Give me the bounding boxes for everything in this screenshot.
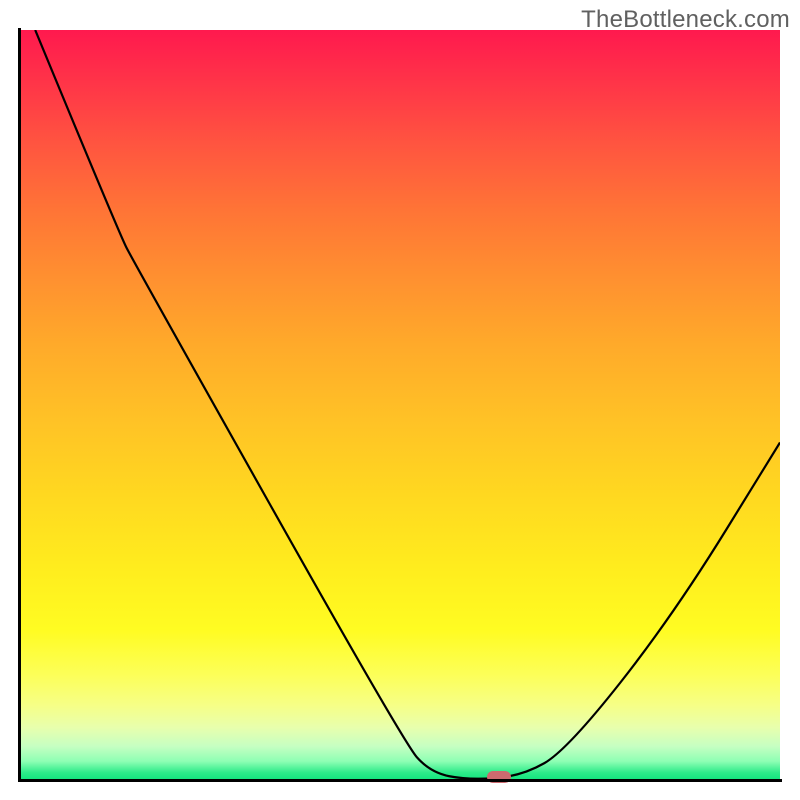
curve-svg: [20, 30, 780, 780]
bottleneck-curve-path: [35, 30, 780, 779]
y-axis: [18, 28, 21, 782]
x-axis: [18, 779, 782, 782]
plot-area: [20, 30, 780, 780]
chart-container: TheBottleneck.com: [0, 0, 800, 800]
